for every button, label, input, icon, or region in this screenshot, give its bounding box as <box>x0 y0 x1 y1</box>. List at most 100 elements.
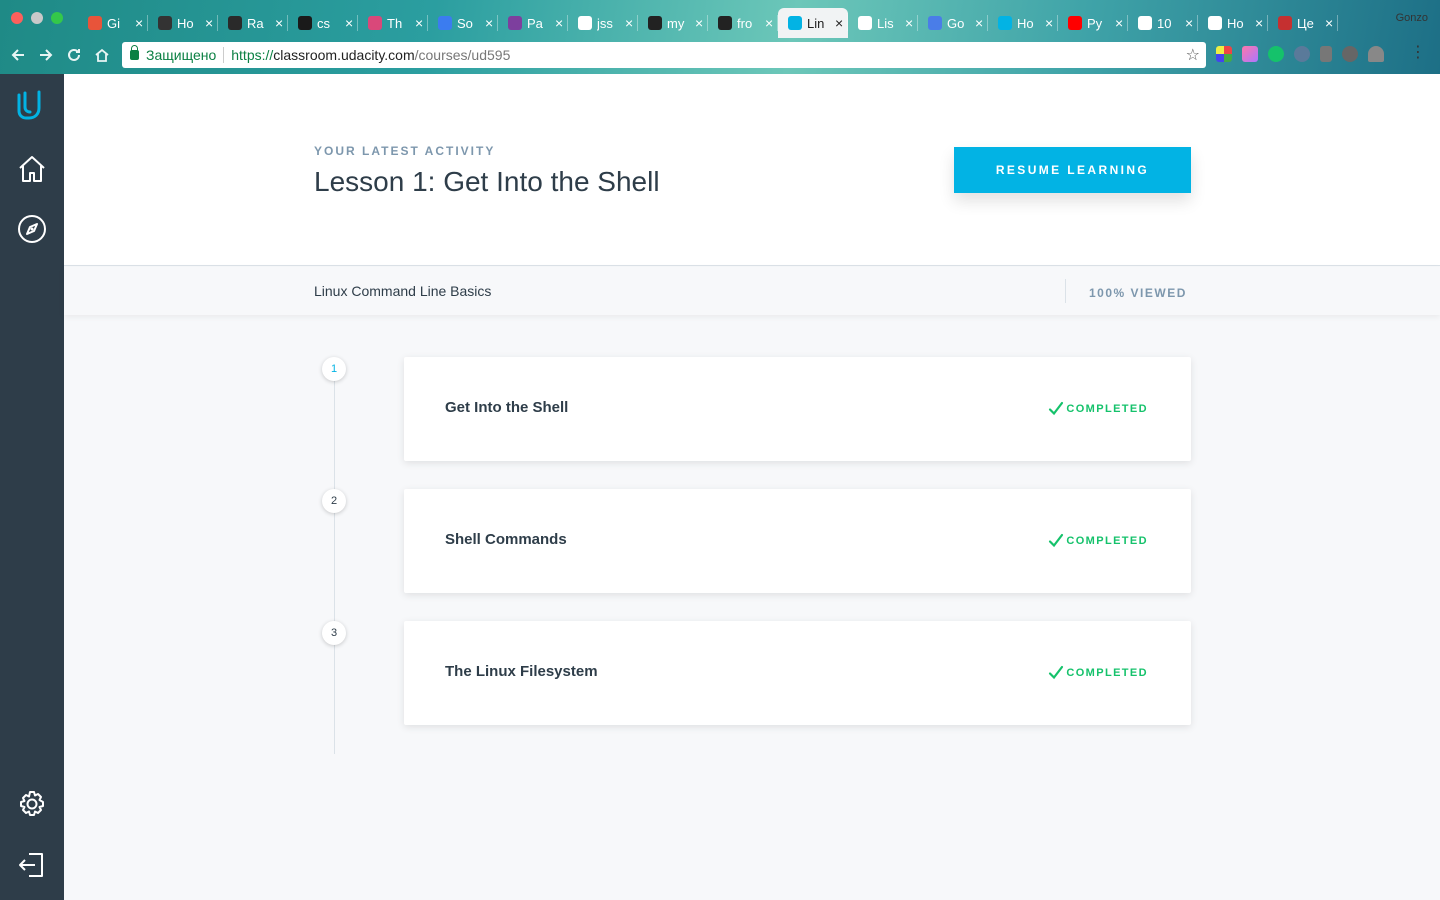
browser-tab-label: Ra <box>247 15 264 31</box>
extension-gradient-icon[interactable] <box>1242 46 1258 62</box>
checkmark-icon <box>1049 401 1064 416</box>
course-progress-label: 100% VIEWED <box>1089 286 1187 300</box>
browser-tab[interactable]: Go × <box>918 8 988 38</box>
close-tab-icon[interactable]: × <box>485 15 493 31</box>
browser-tab[interactable]: Py × <box>1058 8 1128 38</box>
secure-indicator[interactable]: Защищено <box>130 45 217 63</box>
git-icon <box>88 16 102 30</box>
latest-activity-label: YOUR LATEST ACTIVITY <box>314 144 496 158</box>
close-tab-icon[interactable]: × <box>975 15 983 31</box>
browser-tab-label: Pa <box>527 15 543 31</box>
close-tab-icon[interactable]: × <box>1255 15 1263 31</box>
youtube-icon <box>1068 16 1082 30</box>
browser-chrome: Gi × Ho × Ra × cs × Th × So × Pa × jss × my × fro × Lin × Lis ×… <box>0 0 1440 74</box>
compass-icon[interactable] <box>14 211 50 247</box>
close-tab-icon[interactable]: × <box>345 15 353 31</box>
lesson-card[interactable]: Shell Commands COMPLETED <box>404 489 1191 593</box>
extension-colorful-icon[interactable] <box>1216 46 1232 62</box>
browser-tab[interactable]: Ho × <box>988 8 1058 38</box>
checkmark-icon <box>1049 665 1064 680</box>
browser-tab[interactable]: 10 × <box>1128 8 1198 38</box>
home-icon[interactable] <box>14 151 50 187</box>
close-tab-icon[interactable]: × <box>555 15 563 31</box>
extension-shield-icon[interactable] <box>1368 46 1384 62</box>
browser-tab[interactable]: Ho × <box>148 8 218 38</box>
home-button[interactable] <box>88 41 116 69</box>
browser-tab[interactable]: Gi × <box>78 8 148 38</box>
browser-tab[interactable]: Ra × <box>218 8 288 38</box>
arrow-left-icon <box>11 49 24 61</box>
browser-tab-label: Ho <box>1227 15 1244 31</box>
forward-button[interactable] <box>32 41 60 69</box>
browser-tab[interactable]: my × <box>638 8 708 38</box>
close-tab-icon[interactable]: × <box>205 15 213 31</box>
back-button[interactable] <box>4 41 32 69</box>
resume-learning-button[interactable]: RESUME LEARNING <box>954 147 1191 193</box>
browser-tab[interactable]: Lis × <box>848 8 918 38</box>
browser-tab[interactable]: Це × <box>1268 8 1338 38</box>
browser-tab-label: Py <box>1087 15 1103 31</box>
css-icon <box>298 16 312 30</box>
maximize-window-button[interactable] <box>51 12 63 24</box>
url-scheme: https:// <box>231 47 274 63</box>
close-tab-icon[interactable]: × <box>1045 15 1053 31</box>
browser-tab[interactable]: Lin × <box>778 8 848 38</box>
tab-strip: Gi × Ho × Ra × cs × Th × So × Pa × jss × my × fro × Lin × Lis ×… <box>78 8 1380 38</box>
browser-tab-label: Ho <box>1017 15 1034 31</box>
lesson-title: The Linux Filesystem <box>445 663 598 680</box>
logout-icon[interactable] <box>14 847 50 883</box>
browser-tab[interactable]: fro × <box>708 8 778 38</box>
close-window-button[interactable] <box>11 12 23 24</box>
browser-tab-label: Ho <box>177 15 194 31</box>
minimize-window-button[interactable] <box>31 12 43 24</box>
extension-gear-icon[interactable] <box>1294 46 1310 62</box>
browser-tab[interactable]: Ho × <box>1198 8 1268 38</box>
close-tab-icon[interactable]: × <box>695 15 703 31</box>
browser-tab[interactable]: So × <box>428 8 498 38</box>
gear-icon[interactable] <box>14 786 50 822</box>
udacity-logo-icon[interactable] <box>14 88 50 124</box>
red-logo-icon <box>1278 16 1292 30</box>
lesson-status-label: COMPLETED <box>1066 667 1148 679</box>
close-tab-icon[interactable]: × <box>415 15 423 31</box>
translate-icon <box>928 16 942 30</box>
browser-toolbar: Защищено https://classroom.udacity.com/c… <box>0 38 1440 72</box>
close-tab-icon[interactable]: × <box>1185 15 1193 31</box>
close-tab-icon[interactable]: × <box>1115 15 1123 31</box>
browser-tab-label: Lin <box>807 15 825 31</box>
reload-icon <box>68 48 80 61</box>
browser-tab[interactable]: jss × <box>568 8 638 38</box>
lesson-card[interactable]: The Linux Filesystem COMPLETED <box>404 621 1191 725</box>
address-bar[interactable]: Защищено https://classroom.udacity.com/c… <box>122 42 1206 68</box>
checkmark-icon <box>1049 533 1064 548</box>
bookmark-star-icon[interactable]: ☆ <box>1186 45 1200 65</box>
browser-tab[interactable]: Th × <box>358 8 428 38</box>
close-tab-icon[interactable]: × <box>765 15 773 31</box>
browser-tab-label: fro <box>737 15 753 31</box>
browser-tab-label: Gi <box>107 15 120 31</box>
grammarly-icon[interactable] <box>1268 46 1284 62</box>
lesson-status: COMPLETED <box>1048 533 1148 549</box>
extension-face-icon[interactable] <box>1342 46 1358 62</box>
close-tab-icon[interactable]: × <box>1325 15 1333 31</box>
latest-lesson-title[interactable]: Lesson 1: Get Into the Shell <box>314 166 660 198</box>
google-icon <box>578 16 592 30</box>
extensions-area <box>1216 46 1384 62</box>
close-tab-icon[interactable]: × <box>835 15 843 31</box>
url-host: classroom.udacity.com <box>273 47 415 63</box>
course-title: Linux Command Line Basics <box>314 283 492 299</box>
secure-label: Защищено <box>146 47 217 63</box>
window-controls <box>11 12 63 24</box>
close-tab-icon[interactable]: × <box>135 15 143 31</box>
browser-tab[interactable]: cs × <box>288 8 358 38</box>
close-tab-icon[interactable]: × <box>625 15 633 31</box>
close-tab-icon[interactable]: × <box>905 15 913 31</box>
browser-menu-icon[interactable]: ⋮ <box>1410 45 1426 61</box>
profile-name[interactable]: Gonzo <box>1396 12 1428 24</box>
reload-button[interactable] <box>60 41 88 69</box>
lesson-card[interactable]: Get Into the Shell COMPLETED <box>404 357 1191 461</box>
extension-bar-icon[interactable] <box>1320 46 1332 62</box>
browser-tab[interactable]: Pa × <box>498 8 568 38</box>
close-tab-icon[interactable]: × <box>275 15 283 31</box>
browser-tab-label: Це <box>1297 15 1314 31</box>
